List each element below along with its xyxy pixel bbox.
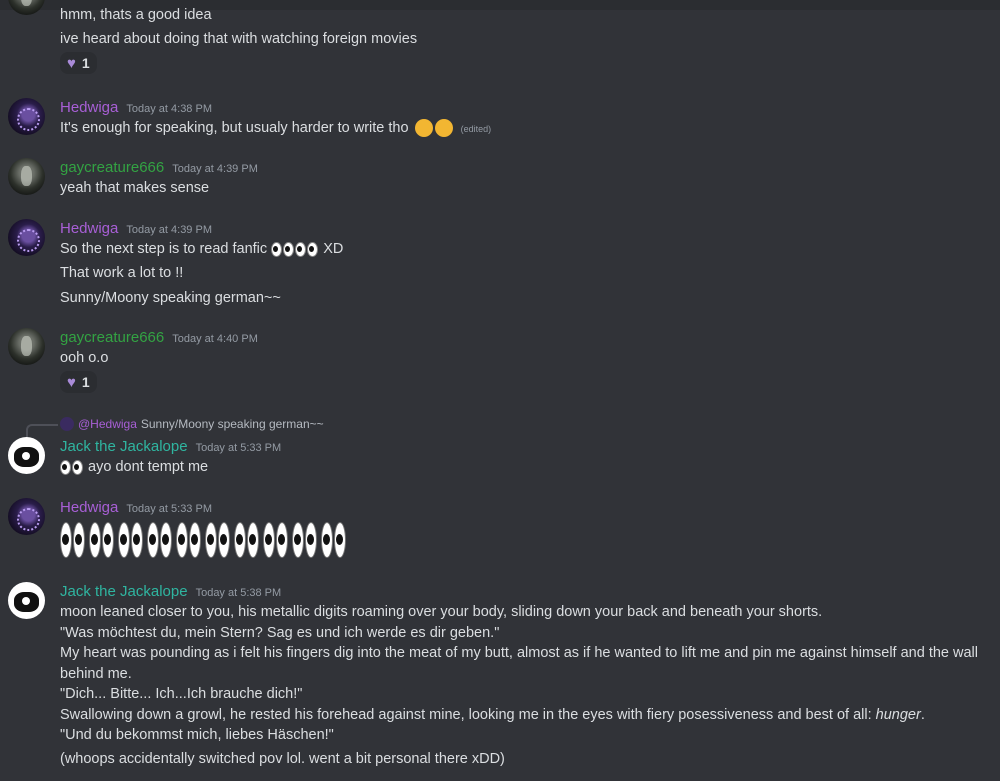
message-header: gaycreature666 Today at 4:39 PM (60, 159, 258, 177)
message-text: My heart was pounding as i felt his fing… (60, 645, 979, 661)
reaction-count: 1 (81, 374, 90, 390)
eye-icon (218, 522, 230, 558)
message-content: ayo dont tempt me (88, 459, 209, 475)
purple-heart-icon: ♥ (67, 54, 76, 72)
eye-icon (247, 522, 259, 558)
username[interactable]: Jack the Jackalope (60, 583, 188, 600)
message-content: . (920, 707, 925, 723)
message-header: Hedwiga Today at 4:39 PM (60, 220, 212, 238)
reply-preview[interactable]: @Hedwiga Sunny/Moony speaking german~~ (60, 417, 324, 431)
eyes-emoji-row (60, 522, 350, 558)
thinking-emoji-icon (414, 119, 433, 138)
message-text: behind me. (60, 666, 132, 682)
message-text: ive heard about doing that with watching… (60, 31, 418, 47)
eyes-emoji-icon (60, 457, 84, 477)
reaction-count: 1 (81, 55, 90, 71)
reaction-button[interactable]: ♥ 1 (60, 371, 97, 393)
eye-icon (189, 522, 201, 558)
eye-icon (334, 522, 346, 558)
avatar[interactable] (8, 582, 45, 619)
message-text: It's enough for speaking, but usualy har… (60, 118, 491, 139)
username[interactable]: Jack the Jackalope (60, 438, 188, 455)
avatar[interactable] (8, 0, 45, 15)
avatar[interactable] (8, 437, 45, 474)
message-text: So the next step is to read fanfic XD (60, 239, 343, 259)
message-text: moon leaned closer to you, his metallic … (60, 604, 823, 620)
avatar[interactable] (8, 328, 45, 365)
message-header: gaycreature666 Today at 4:40 PM (60, 329, 258, 347)
timestamp: Today at 4:40 PM (172, 333, 258, 345)
message-content: XD (323, 241, 344, 257)
reaction-button[interactable]: ♥ 1 (60, 52, 97, 74)
message-text: ooh o.o (60, 350, 109, 366)
eye-icon (73, 522, 85, 558)
message-text: hmm, thats a good idea (60, 7, 212, 23)
message-header: Jack the Jackalope Today at 5:33 PM (60, 438, 281, 456)
message-text: yeah that makes sense (60, 180, 210, 196)
reply-avatar (60, 417, 74, 431)
message-content: Swallowing down a growl, he rested his f… (60, 707, 872, 723)
eye-icon (305, 522, 317, 558)
eye-icon (263, 522, 275, 558)
eye-icon (118, 522, 130, 558)
thinking-emoji-icon (434, 119, 453, 138)
message-header: Jack the Jackalope Today at 5:38 PM (60, 583, 281, 601)
timestamp: Today at 5:33 PM (126, 503, 212, 515)
eye-icon (60, 522, 72, 558)
timestamp: Today at 5:33 PM (195, 442, 282, 454)
reply-text: Sunny/Moony speaking german~~ (140, 417, 324, 431)
avatar[interactable] (8, 158, 45, 195)
timestamp: Today at 4:38 PM (126, 103, 212, 115)
edited-label: (edited) (460, 124, 492, 134)
message-content: It's enough for speaking, but usualy har… (60, 120, 409, 136)
eye-icon (176, 522, 188, 558)
avatar[interactable] (8, 219, 45, 256)
avatar[interactable] (8, 498, 45, 535)
timestamp: Today at 4:39 PM (126, 224, 212, 236)
timestamp: Today at 5:38 PM (195, 587, 282, 599)
eye-icon (131, 522, 143, 558)
eye-icon (321, 522, 333, 558)
eye-icon (102, 522, 114, 558)
eye-icon (292, 522, 304, 558)
message-text: "Und du bekommst mich, liebes Häschen!" (60, 727, 334, 743)
message-text: Sunny/Moony speaking german~~ (60, 290, 281, 306)
username[interactable]: gaycreature666 (60, 329, 164, 346)
username[interactable]: Hedwiga (60, 99, 118, 116)
reply-mention[interactable]: @Hedwiga (78, 417, 137, 431)
timestamp: Today at 4:39 PM (172, 163, 258, 175)
message-content: So the next step is to read fanfic (60, 241, 268, 257)
message-emphasis: hunger (875, 707, 921, 723)
username[interactable]: gaycreature666 (60, 159, 164, 176)
reply-connector (26, 424, 58, 438)
username[interactable]: Hedwiga (60, 220, 118, 237)
message-header: Hedwiga Today at 4:38 PM (60, 99, 212, 117)
message-header: Hedwiga Today at 5:33 PM (60, 499, 212, 517)
eye-icon (276, 522, 288, 558)
message-text: ayo dont tempt me (60, 457, 208, 477)
eye-icon (234, 522, 246, 558)
eye-icon (147, 522, 159, 558)
message-text: (whoops accidentally switched pov lol. w… (60, 751, 505, 767)
purple-heart-icon: ♥ (67, 373, 76, 391)
eye-icon (205, 522, 217, 558)
message-text: Swallowing down a growl, he rested his f… (60, 705, 925, 725)
eyes-emoji-icon (271, 239, 295, 259)
message-text: "Dich... Bitte... Ich...Ich brauche dich… (60, 686, 303, 702)
eye-icon (160, 522, 172, 558)
message-text: That work a lot to !! (60, 265, 184, 281)
eyes-emoji-icon (295, 239, 319, 259)
username[interactable]: Hedwiga (60, 499, 118, 516)
message-text: "Was möchtest du, mein Stern? Sag es und… (60, 625, 500, 641)
avatar[interactable] (8, 98, 45, 135)
eye-icon (89, 522, 101, 558)
